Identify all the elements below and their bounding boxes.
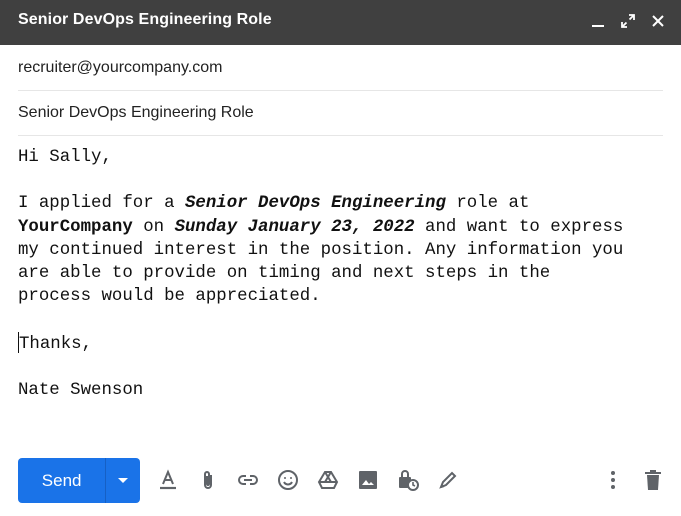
paragraph-line-2: YourCompany on Sunday January 23, 2022 a…	[18, 216, 663, 239]
emoji-icon[interactable]	[274, 466, 302, 494]
link-icon[interactable]	[234, 466, 262, 494]
to-field[interactable]: recruiter@yourcompany.com	[18, 45, 663, 91]
thanks-text: Thanks,	[19, 334, 93, 354]
more-options-icon[interactable]	[599, 466, 627, 494]
paragraph-line-4: are able to provide on timing and next s…	[18, 264, 551, 284]
compose-toolbar: Send	[0, 448, 681, 516]
formatting-tools	[154, 466, 474, 494]
body-text: I applied for a	[18, 194, 185, 214]
attach-icon[interactable]	[194, 466, 222, 494]
role-text: Senior DevOps Engineering	[184, 194, 446, 214]
compose-title: Senior DevOps Engineering Role	[18, 11, 272, 28]
compose-window: Senior DevOps Engineering Role recruiter…	[0, 0, 681, 516]
paragraph-line-5: process would be appreciated.	[18, 287, 321, 307]
greeting-line: Hi Sally,	[18, 148, 112, 167]
drive-icon[interactable]	[314, 466, 342, 494]
compose-titlebar[interactable]: Senior DevOps Engineering Role	[0, 0, 681, 45]
close-icon[interactable]	[649, 12, 667, 30]
subject-field[interactable]: Senior DevOps Engineering Role	[18, 90, 663, 136]
photo-icon[interactable]	[354, 466, 382, 494]
company-text: YourCompany	[18, 217, 133, 237]
window-controls	[589, 12, 667, 30]
expand-icon[interactable]	[619, 12, 637, 30]
date-text: Sunday January 23, 2022	[174, 217, 415, 237]
format-text-icon[interactable]	[154, 466, 182, 494]
paragraph-line-3: my continued interest in the position. A…	[18, 240, 624, 260]
body-text: on	[132, 217, 175, 237]
minimize-icon[interactable]	[589, 12, 607, 30]
paragraph-line-1: I applied for a Senior DevOps Engineerin…	[18, 192, 663, 215]
send-button-group: Send	[18, 458, 140, 503]
confidential-icon[interactable]	[394, 466, 422, 494]
body-text: and want to express	[414, 217, 624, 237]
signature-line: Nate Swenson	[18, 381, 144, 401]
body-text: role at	[445, 194, 530, 214]
schedule-send-button[interactable]	[105, 458, 140, 503]
send-button[interactable]: Send	[18, 458, 105, 503]
thanks-line: Thanks,	[18, 331, 663, 356]
message-body[interactable]: Hi Sally, I applied for a Senior DevOps …	[18, 146, 663, 436]
toolbar-right	[599, 466, 667, 494]
trash-icon[interactable]	[639, 466, 667, 494]
signature-icon[interactable]	[434, 466, 462, 494]
chevron-down-icon	[118, 477, 129, 483]
